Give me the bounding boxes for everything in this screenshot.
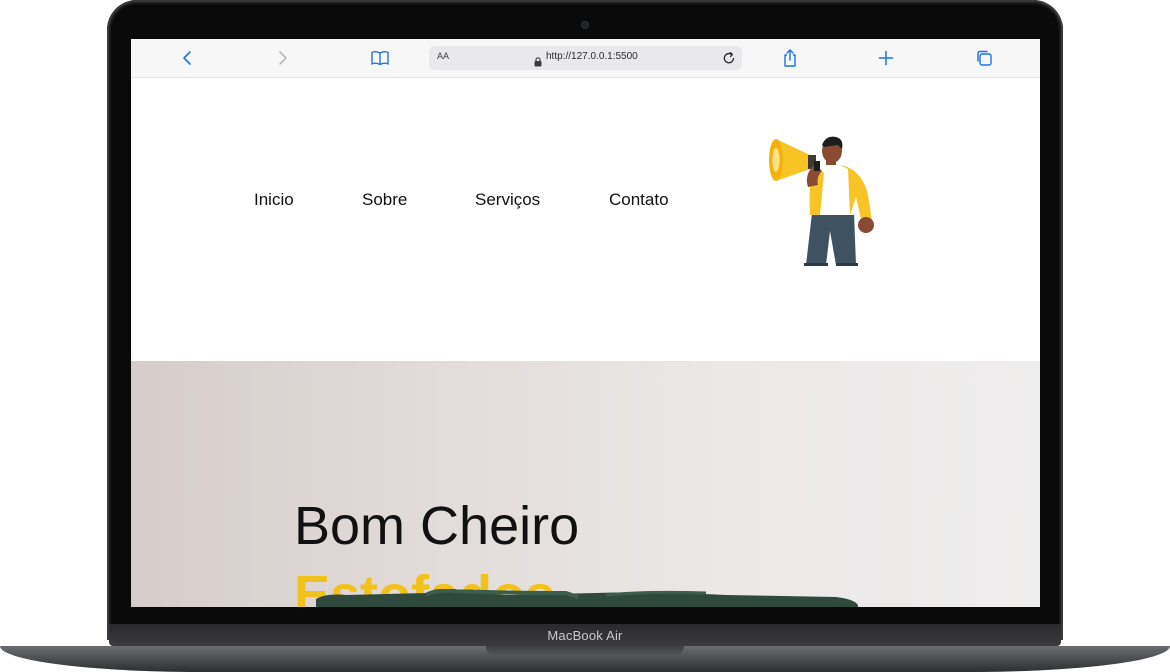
- share-icon[interactable]: [778, 46, 802, 70]
- laptop-opening-notch: [486, 646, 684, 656]
- lock-icon: [534, 52, 542, 71]
- reload-icon[interactable]: [721, 50, 737, 70]
- laptop-mockup: AA http://127.0.0.1:5500 Inicio Sobre Se…: [0, 0, 1170, 672]
- camera-icon: [582, 22, 588, 28]
- url-text[interactable]: http://127.0.0.1:5500: [546, 51, 638, 62]
- chevron-left-icon[interactable]: [175, 46, 199, 70]
- nav-item-contato[interactable]: Contato: [609, 190, 669, 210]
- plus-icon[interactable]: [874, 46, 898, 70]
- nav-item-inicio[interactable]: Inicio: [254, 190, 294, 210]
- laptop-screen: AA http://127.0.0.1:5500 Inicio Sobre Se…: [131, 39, 1040, 607]
- chevron-right-icon[interactable]: [271, 46, 295, 70]
- text-size-button[interactable]: AA: [437, 51, 449, 61]
- nav-item-sobre[interactable]: Sobre: [362, 190, 407, 210]
- book-icon[interactable]: [368, 46, 392, 70]
- site-header: Inicio Sobre Serviços Contato: [131, 78, 1040, 361]
- tabs-icon[interactable]: [972, 46, 996, 70]
- hero-title: Bom Cheiro: [294, 496, 580, 556]
- nav-item-servicos[interactable]: Serviços: [475, 190, 540, 210]
- hero-section: Bom Cheiro Estofados: [131, 361, 1040, 607]
- address-bar[interactable]: AA http://127.0.0.1:5500: [429, 46, 742, 70]
- browser-toolbar: AA http://127.0.0.1:5500: [131, 39, 1040, 78]
- sofa-image: [306, 588, 866, 607]
- device-brand-label: MacBook Air: [547, 628, 623, 643]
- megaphone-person-illustration: [764, 135, 880, 267]
